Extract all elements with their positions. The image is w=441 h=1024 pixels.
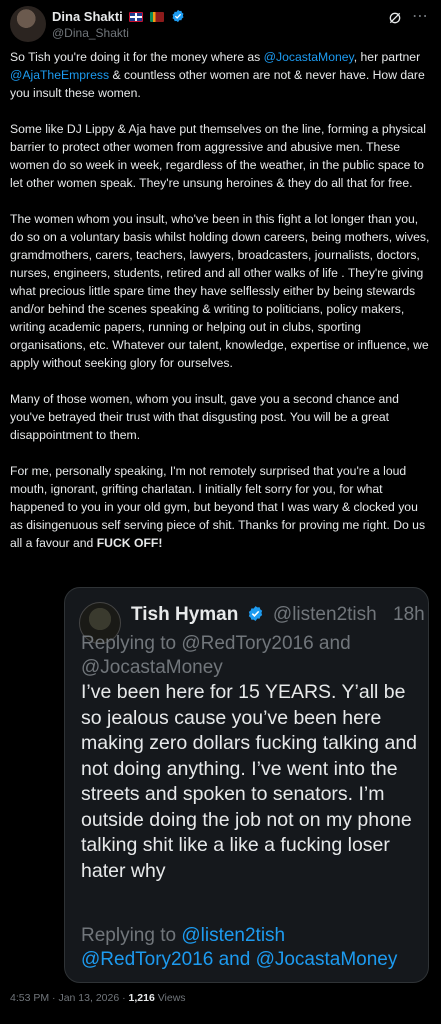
views-count: 1,216 xyxy=(128,992,155,1004)
mention-link[interactable]: @JocastaMoney xyxy=(264,50,354,64)
tweet-meta: 4:53 PM · Jan 13, 2026 · 1,216 Views xyxy=(10,992,186,1004)
paragraph-3: The women whom you insult, who've been i… xyxy=(10,212,430,370)
quoted-author-name[interactable]: Tish Hyman xyxy=(131,604,238,625)
author-name-row: Dina Shakti xyxy=(52,9,185,24)
quoted-replying-to-footer: Replying to @listen2tish @RedTory2016 an… xyxy=(81,925,398,970)
author-handle[interactable]: @Dina_Shakti xyxy=(52,26,129,40)
mention-link[interactable]: @listen2tish xyxy=(181,925,285,946)
verified-badge-icon xyxy=(248,606,262,621)
tweet-text: So Tish you're doing it for the money wh… xyxy=(10,48,434,570)
quoted-tweet[interactable]: Tish Hyman @listen2tish 18h Replying to … xyxy=(64,587,429,983)
avatar[interactable] xyxy=(10,6,46,42)
tweet-header: Dina Shakti @Dina_Shakti ⋯ xyxy=(10,6,431,42)
paragraph-4: Many of those women, whom you insult, ga… xyxy=(10,392,399,442)
mention-link[interactable]: @RedTory2016 and @JocastaMoney xyxy=(81,949,397,970)
quoted-header: Tish Hyman @listen2tish 18h xyxy=(131,604,425,626)
mention-link[interactable]: @RedTory2016 xyxy=(181,633,313,654)
mention-link[interactable]: @AjaTheEmpress xyxy=(10,68,109,82)
mention-link[interactable]: @JocastaMoney xyxy=(81,657,223,678)
tweet[interactable]: Dina Shakti @Dina_Shakti ⋯ So Tish you'r… xyxy=(0,0,441,1024)
verified-badge-icon xyxy=(172,9,184,23)
sri-lanka-flag-icon xyxy=(150,12,165,22)
paragraph-5: For me, personally speaking, I'm not rem… xyxy=(10,464,426,550)
paragraph-1: So Tish you're doing it for the money wh… xyxy=(10,50,425,100)
more-options-icon[interactable]: ⋯ xyxy=(411,8,429,26)
author-name[interactable]: Dina Shakti xyxy=(52,9,123,24)
tweet-time[interactable]: 4:53 PM xyxy=(10,992,49,1004)
tweet-date[interactable]: Jan 13, 2026 xyxy=(58,992,119,1004)
paragraph-2: Some like DJ Lippy & Aja have put themse… xyxy=(10,122,426,190)
uk-flag-icon xyxy=(129,12,144,22)
quoted-replying-to: Replying to @RedTory2016 and @JocastaMon… xyxy=(81,633,351,678)
quoted-text: I’ve been here for 15 YEARS. Y’all be so… xyxy=(81,681,418,882)
views-label: Views xyxy=(154,992,186,1004)
quoted-author-handle[interactable]: @listen2tish xyxy=(273,604,377,625)
grok-icon[interactable] xyxy=(387,10,403,26)
quoted-timestamp[interactable]: 18h xyxy=(393,604,425,626)
